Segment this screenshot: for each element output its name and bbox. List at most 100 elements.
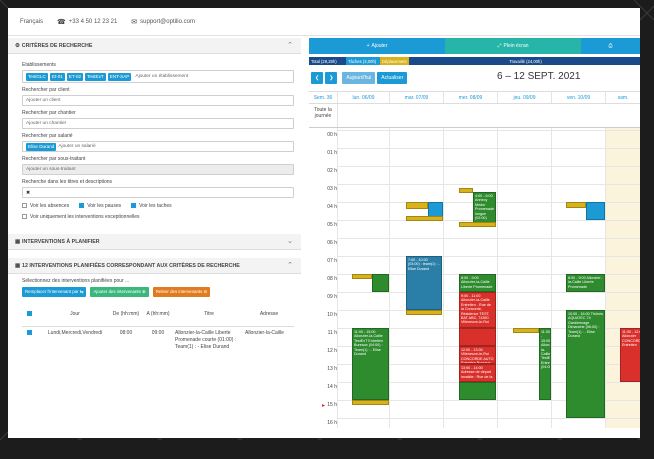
- criteria-form: Etablissements TestGLC Et-01 ET-02 TestE…: [8, 54, 301, 220]
- chevron-down-icon[interactable]: ⌄: [287, 237, 293, 245]
- planned-title: 12 INTERVENTIONS PLANIFIÉES CORRESPONDAN…: [22, 262, 240, 269]
- salarie-tag[interactable]: Elise Durand: [26, 142, 57, 151]
- hour-label: 08 h: [327, 276, 337, 282]
- next-week-button[interactable]: ❯: [325, 72, 338, 84]
- etab-tag[interactable]: TestExT: [85, 72, 106, 81]
- calendar-event[interactable]: [513, 328, 539, 333]
- etab-tag[interactable]: TestGLC: [26, 72, 48, 81]
- select-all-checkbox[interactable]: [22, 302, 40, 327]
- etab-field[interactable]: TestGLC Et-01 ET-02 TestExT ENT-SAP Ajou…: [22, 70, 294, 83]
- day-divider: [497, 128, 498, 428]
- calendar-event[interactable]: [406, 216, 443, 221]
- calendar-event[interactable]: 4:00 - 6:00 Annecy Medor Promenade longu…: [473, 192, 496, 226]
- prev-week-button[interactable]: ❮: [311, 72, 324, 84]
- chantier-input[interactable]: Ajouter un chantier: [22, 118, 294, 129]
- calendar-event[interactable]: 11:00 - 15:00 Allonzier-la-Caille TestEx…: [352, 328, 389, 400]
- replace-button[interactable]: Remplacer l'intervenant par ⇆: [22, 287, 87, 297]
- etab-tag[interactable]: ENT-SAP: [107, 72, 132, 81]
- planifier-section-header[interactable]: ▦ INTERVENTIONS À PLANIFIER ⌄: [8, 234, 301, 250]
- hour-label: 02 h: [327, 168, 337, 174]
- hour-label: 09 h: [327, 294, 337, 300]
- etab-tag[interactable]: Et-01: [49, 72, 65, 81]
- add-button[interactable]: + Ajouter: [309, 38, 445, 54]
- client-input[interactable]: Ajouter un client: [22, 95, 294, 106]
- calendar-event[interactable]: [406, 310, 442, 315]
- check-taches[interactable]: Voir les taches: [131, 203, 172, 209]
- time-grid[interactable]: 00 h 01 h 02 h 03 h 04 h 05 h 06 h 07 h …: [309, 128, 640, 428]
- calendar-event[interactable]: [352, 400, 389, 405]
- cell-titre: Allonzier-la-Caille Liberte Promenade co…: [175, 329, 237, 350]
- day-header[interactable]: lun. 06/09: [337, 92, 389, 103]
- legend-total: Total (29,28h): [309, 57, 346, 65]
- calendar-event[interactable]: [586, 202, 605, 220]
- calendar-event[interactable]: [566, 202, 586, 208]
- hour-line: [337, 130, 640, 131]
- cell-jour: Lundi,Mercredi,Vendredi: [47, 329, 103, 336]
- check-row-2: Voir uniquement les interventions except…: [22, 214, 294, 220]
- language-selector[interactable]: Français: [20, 19, 43, 25]
- calendar-event[interactable]: 8:00 - 9:00 Allonzier-la-Caille Liberte …: [566, 274, 605, 292]
- check-pauses[interactable]: Voir les pauses: [79, 203, 121, 209]
- client-placeholder: Ajouter un client: [26, 98, 61, 103]
- soustraitant-input[interactable]: Ajouter un sous-traitant: [22, 164, 294, 175]
- day-header[interactable]: mar. 07/09: [389, 92, 443, 103]
- check-row: Voir les absences Voir les pauses Voir l…: [22, 203, 294, 209]
- calendar-event[interactable]: 11:00 - 15:00 Allonzier-la-Caille TestEx…: [539, 328, 551, 400]
- add-intervenants-button[interactable]: Ajouter des intervenants ⊕: [90, 287, 149, 297]
- email-contact[interactable]: ✉ support@optilio.com: [131, 18, 195, 26]
- today-button[interactable]: Aujourd'hui: [342, 72, 376, 84]
- refresh-button[interactable]: Actualiser: [377, 72, 408, 84]
- planned-section-header[interactable]: ▦ 12 INTERVENTIONS PLANIFIÉES CORRESPOND…: [8, 258, 301, 274]
- calendar-event[interactable]: [352, 274, 372, 279]
- calendar-event[interactable]: 11:00 - 12:00 Allonzier CONCORDE Entreti…: [620, 328, 640, 382]
- calendar-event[interactable]: 13:00 - 14:00 Adresse de départ invalide…: [459, 364, 496, 382]
- print-button[interactable]: ⎙: [581, 38, 640, 54]
- fullscreen-button[interactable]: ⤢ Plein écran: [445, 38, 581, 54]
- chevron-up-icon[interactable]: ⌃: [287, 261, 293, 269]
- titres-input[interactable]: ✖: [22, 187, 294, 198]
- calendar-event[interactable]: [459, 188, 473, 193]
- etab-tag[interactable]: ET-02: [66, 72, 84, 81]
- day-header[interactable]: ven. 10/09: [551, 92, 605, 103]
- salarie-field[interactable]: Elise Durand Ajouter un salarié: [22, 141, 294, 152]
- calendar-event[interactable]: 8:00 - 9:00 Allonzier-la-Caille Liberte …: [459, 274, 496, 292]
- phone-contact[interactable]: ☎ +33 4 50 12 23 21: [57, 18, 117, 26]
- day-header[interactable]: jeu. 09/09: [497, 92, 551, 103]
- table-header-row: Jour De (hh:mm) A (hh:mm) Titre Adresse: [22, 302, 294, 327]
- calendar-event[interactable]: 10:00 - 16:00 Thônes AQUATEC 74 Gardienn…: [566, 310, 605, 418]
- calendar-event[interactable]: 7:00 - 10:00 (03:00) : team(1) : - Elise…: [406, 256, 442, 310]
- week-number: Sem. 36: [313, 94, 333, 101]
- remove-intervenants-button[interactable]: Retirer des intervenants ⊖: [152, 287, 211, 297]
- hour-line: [337, 166, 640, 167]
- check-pauses-label: Voir les pauses: [87, 203, 122, 209]
- chevron-up-icon[interactable]: ⌃: [287, 41, 293, 49]
- row-checkbox[interactable]: [22, 326, 40, 354]
- day-header[interactable]: mer. 08/09: [443, 92, 497, 103]
- calendar-event[interactable]: [372, 274, 389, 292]
- hour-label: 11 h: [327, 330, 337, 336]
- col-jour: Jour: [40, 302, 110, 327]
- calendar-event[interactable]: [459, 382, 496, 400]
- calendar-event[interactable]: [459, 328, 496, 346]
- calendar-panel: + Ajouter ⤢ Plein écran ⎙ Total (29,28h)…: [309, 38, 640, 438]
- check-exceptionnelles-label: Voir uniquement les interventions except…: [30, 214, 140, 220]
- criteria-section-header[interactable]: ⚙ CRITÈRES DE RECHERCHE ⌃: [8, 38, 301, 54]
- plus-icon: +: [366, 43, 370, 49]
- day-divider: [443, 128, 444, 428]
- table-row[interactable]: Lundi,Mercredi,Vendredi 08:00 09:00 Allo…: [22, 326, 294, 354]
- calendar-event[interactable]: [459, 222, 496, 227]
- calendar-event[interactable]: 9:00 - 11:00 Allonzier-la-Caille Entreti…: [459, 292, 496, 328]
- calendar-event[interactable]: 12:00 - 13:00 Villeneuve-le-Roi CONCORDE…: [459, 346, 496, 364]
- calendar-event[interactable]: [406, 202, 428, 209]
- col-adresse: Adresse: [244, 302, 294, 327]
- allday-cells[interactable]: [337, 104, 640, 127]
- soustraitant-label: Rechercher par sous-traitant: [22, 156, 86, 162]
- chevron-right-icon: ❯: [329, 75, 334, 81]
- day-header[interactable]: sam.: [605, 92, 640, 103]
- clear-icon[interactable]: ✖: [26, 190, 30, 196]
- hour-label: 12 h: [327, 348, 337, 354]
- checkbox-checked-icon: [79, 203, 85, 209]
- check-exceptionnelles[interactable]: Voir uniquement les interventions except…: [22, 214, 140, 220]
- check-absences[interactable]: Voir les absences: [22, 203, 69, 209]
- expand-icon: ⤢: [497, 43, 502, 49]
